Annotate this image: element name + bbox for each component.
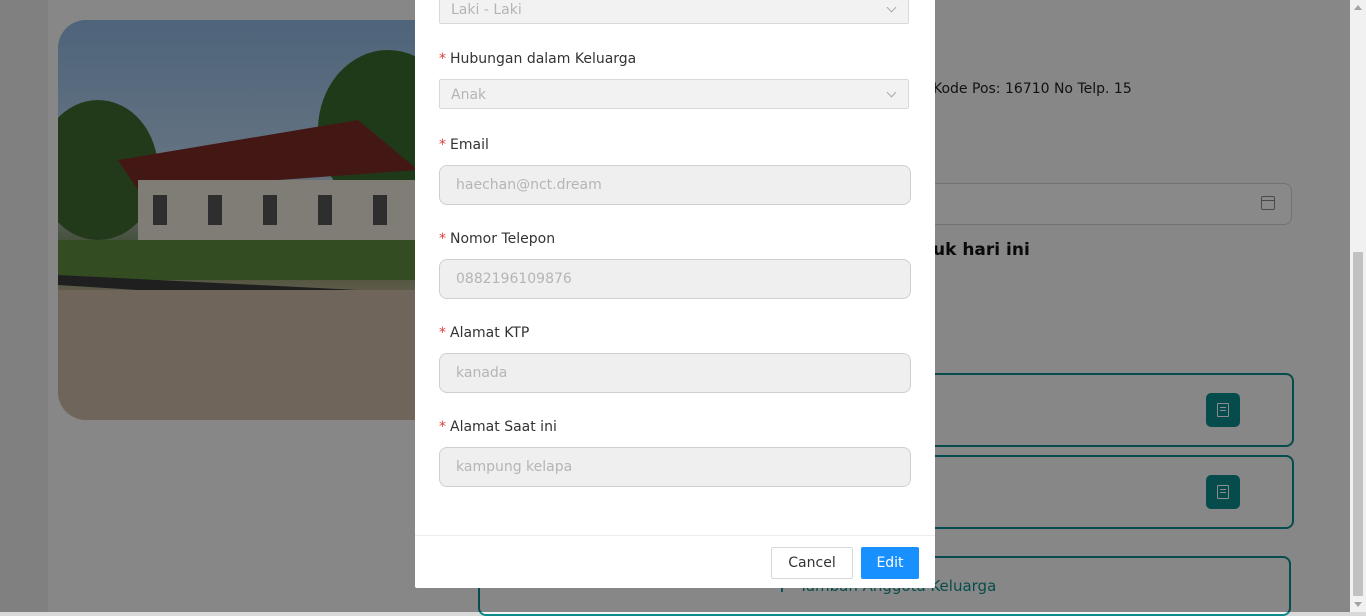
edit-button[interactable]: Edit	[861, 547, 919, 579]
gender-select[interactable]: Laki - Laki	[439, 0, 909, 24]
required-marker: *	[439, 419, 446, 435]
current-address-label: * Alamat Saat ini	[439, 419, 557, 435]
ktp-address-label: * Alamat KTP	[439, 325, 529, 341]
email-field[interactable]: haechan@nct.dream	[439, 165, 911, 205]
modal-footer: Cancel Edit	[415, 535, 935, 589]
relationship-label: * Hubungan dalam Keluarga	[439, 51, 636, 67]
required-marker: *	[439, 51, 446, 67]
current-address-field[interactable]: kampung kelapa	[439, 447, 911, 487]
email-label-text: Email	[450, 137, 489, 153]
edit-family-member-modal: Laki - Laki * Hubungan dalam Keluarga Ana…	[415, 0, 935, 588]
chevron-down-icon	[886, 2, 897, 13]
relationship-select[interactable]: Anak	[439, 79, 909, 109]
phone-label: * Nomor Telepon	[439, 231, 555, 247]
gender-select-value: Laki - Laki	[451, 2, 522, 18]
email-label: * Email	[439, 137, 489, 153]
ktp-address-field[interactable]: kanada	[439, 353, 911, 393]
page-scrollbar[interactable]	[1350, 0, 1366, 612]
chevron-down-icon	[886, 87, 897, 98]
required-marker: *	[439, 325, 446, 341]
current-address-label-text: Alamat Saat ini	[450, 419, 557, 435]
scroll-thumb[interactable]	[1353, 252, 1363, 596]
required-marker: *	[439, 137, 446, 153]
required-marker: *	[439, 231, 446, 247]
scroll-up-icon[interactable]	[1354, 5, 1362, 10]
scroll-down-icon[interactable]	[1354, 602, 1362, 607]
phone-label-text: Nomor Telepon	[450, 231, 556, 247]
ktp-address-label-text: Alamat KTP	[450, 325, 530, 341]
relationship-label-text: Hubungan dalam Keluarga	[450, 51, 637, 67]
relationship-select-value: Anak	[451, 87, 487, 103]
cancel-button[interactable]: Cancel	[771, 547, 853, 579]
phone-field[interactable]: 0882196109876	[439, 259, 911, 299]
